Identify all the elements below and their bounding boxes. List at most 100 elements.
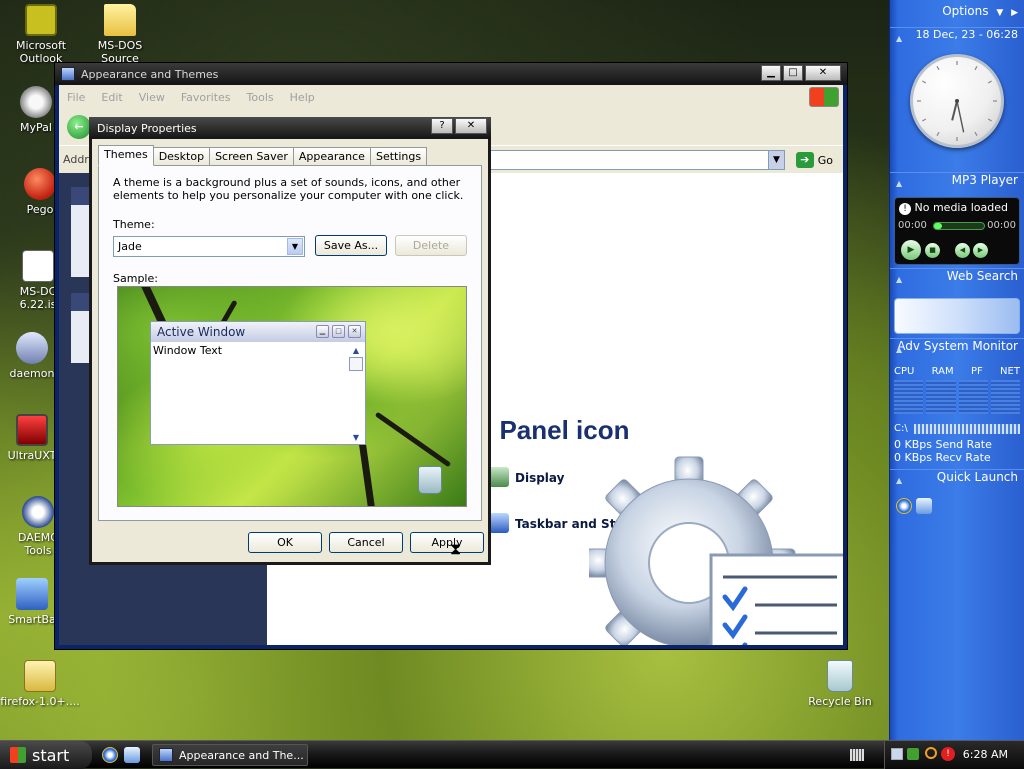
mp3-seek-fill xyxy=(934,223,942,229)
mp3-player-header[interactable]: ▲ MP3 Player xyxy=(890,172,1024,194)
theme-select-value: Jade xyxy=(118,240,142,253)
menu-help[interactable]: Help xyxy=(290,91,315,104)
save-as-button[interactable]: Save As... xyxy=(315,235,387,256)
system-monitor-title: Adv System Monitor xyxy=(897,339,1018,353)
system-monitor-columns: CPU RAM PF NET xyxy=(894,366,1020,377)
previous-button[interactable]: ◀ xyxy=(955,243,970,258)
desktop-icon-label: Recycle Bin xyxy=(808,695,872,708)
clock-tick xyxy=(936,131,940,136)
tray-monitor-icon[interactable] xyxy=(891,748,903,760)
sample-label: Sample: xyxy=(113,272,158,285)
windows-logo-icon xyxy=(809,87,839,107)
menu-view[interactable]: View xyxy=(139,91,165,104)
close-button[interactable]: ✕ xyxy=(805,65,841,81)
taskbar-item-appearance-themes[interactable]: Appearance and The... xyxy=(152,744,308,766)
menu-file[interactable]: File xyxy=(67,91,85,104)
back-arrow-icon[interactable]: ← xyxy=(67,115,91,139)
apply-button[interactable]: Apply xyxy=(410,532,484,553)
desktop-icon-label: MS-DOS xyxy=(97,39,143,52)
control-panel-icon xyxy=(61,67,75,81)
tab-settings[interactable]: Settings xyxy=(369,147,428,165)
sidebar-options[interactable]: Options ▼ ▶ xyxy=(942,4,1018,18)
dialog-title: Display Properties xyxy=(97,121,197,135)
mp3-status-text: No media loaded xyxy=(914,201,1008,214)
mp3-seek-bar[interactable] xyxy=(933,222,985,230)
desktop-icon-msdos-source[interactable]: MS-DOS Source xyxy=(80,4,160,65)
tray-clock[interactable]: 6:28 AM xyxy=(963,748,1008,761)
gear-icon xyxy=(589,456,843,645)
start-label: start xyxy=(32,745,70,765)
clock-tick xyxy=(974,66,978,71)
dialog-titlebar[interactable]: Display Properties ? ✕ xyxy=(89,117,491,139)
recycle-bin-icon xyxy=(827,660,853,692)
theme-select[interactable]: Jade ▼ xyxy=(113,236,305,257)
net-graph xyxy=(990,380,1020,414)
menu-favorites[interactable]: Favorites xyxy=(181,91,231,104)
collapse-icon: ▲ xyxy=(896,345,903,354)
window-titlebar[interactable]: Appearance and Themes ▁ □ ✕ xyxy=(55,63,847,85)
display-link[interactable]: Display xyxy=(489,467,565,487)
quick-launch-ie-icon[interactable] xyxy=(896,498,912,514)
info-icon: ! xyxy=(899,203,911,215)
tab-screen-saver[interactable]: Screen Saver xyxy=(209,147,294,165)
desktop-icon-firefox[interactable]: firefox-1.0+.... xyxy=(0,660,80,708)
outlook-icon xyxy=(25,4,57,36)
tray-network-icon[interactable] xyxy=(907,748,919,760)
tab-themes[interactable]: Themes xyxy=(98,145,154,166)
taskbar-icon xyxy=(489,513,509,533)
cancel-button[interactable]: Cancel xyxy=(329,532,403,553)
desktop-icon-outlook[interactable]: Microsoft Outlook xyxy=(1,4,81,65)
collapse-icon: ▲ xyxy=(896,34,903,43)
chevron-down-icon[interactable]: ▼ xyxy=(287,238,303,255)
tray-alert-icon[interactable]: ! xyxy=(941,747,955,761)
start-button[interactable]: start xyxy=(0,741,92,769)
display-icon xyxy=(489,467,509,487)
minute-hand xyxy=(956,100,965,133)
drive-usage-bar xyxy=(914,424,1020,434)
delete-button[interactable]: Delete xyxy=(395,235,467,256)
keyboard-icon[interactable] xyxy=(850,749,864,761)
clock-header[interactable]: ▲ 18 Dec, 23 - 06:28 xyxy=(890,27,1024,49)
web-search-header[interactable]: ▲ Web Search xyxy=(890,268,1024,290)
iso-file-icon xyxy=(22,250,54,282)
tab-desktop[interactable]: Desktop xyxy=(152,147,211,165)
sample-scrollbar: ▲ ▼ xyxy=(349,346,363,442)
clock-face-svg xyxy=(917,61,997,141)
display-link-label: Display xyxy=(515,471,565,485)
quick-launch-desktop-icon[interactable] xyxy=(124,747,140,763)
hour-hand xyxy=(951,100,958,121)
web-search-input[interactable] xyxy=(894,298,1020,334)
quick-launch-ie-icon[interactable] xyxy=(102,747,118,763)
cpu-label: CPU xyxy=(894,366,915,377)
tab-appearance[interactable]: Appearance xyxy=(292,147,371,165)
web-search-title: Web Search xyxy=(946,269,1018,283)
system-monitor-header[interactable]: ▲ Adv System Monitor xyxy=(890,338,1024,360)
play-button[interactable]: ▶ xyxy=(901,240,921,260)
sample-active-window: Active Window ▁ □ ✕ Window Text ▲ ▼ xyxy=(150,321,366,445)
folder-icon xyxy=(104,4,136,36)
maximize-button[interactable]: □ xyxy=(783,65,803,81)
desktop-icon-recycle-bin[interactable]: Recycle Bin xyxy=(800,660,880,708)
menu-edit[interactable]: Edit xyxy=(101,91,122,104)
scroll-down-icon: ▼ xyxy=(352,433,360,442)
next-button[interactable]: ▶ xyxy=(973,243,988,258)
chevron-down-icon[interactable]: ▼ xyxy=(768,151,784,169)
stop-button[interactable]: ■ xyxy=(925,243,940,258)
menu-bar: File Edit View Favorites Tools Help xyxy=(59,85,843,109)
ok-button[interactable]: OK xyxy=(248,532,322,553)
close-button[interactable]: ✕ xyxy=(455,118,487,134)
desktop-icon-label: Microsoft xyxy=(15,39,67,52)
mp3-player-title: MP3 Player xyxy=(951,173,1018,187)
zip-file-icon xyxy=(24,660,56,692)
help-button[interactable]: ? xyxy=(431,118,453,134)
clock-tick xyxy=(936,66,940,71)
collapse-icon: ▲ xyxy=(896,476,903,485)
minimize-button[interactable]: ▁ xyxy=(761,65,781,81)
tray-search-icon[interactable] xyxy=(925,747,937,759)
menu-tools[interactable]: Tools xyxy=(247,91,274,104)
quick-launch-desktop-icon[interactable] xyxy=(916,498,932,514)
address-input[interactable]: ▼ xyxy=(489,150,785,170)
quick-launch-header[interactable]: ▲ Quick Launch xyxy=(890,469,1024,491)
collapse-icon: ▲ xyxy=(896,179,903,188)
go-button[interactable]: ➔ Go xyxy=(795,152,833,168)
